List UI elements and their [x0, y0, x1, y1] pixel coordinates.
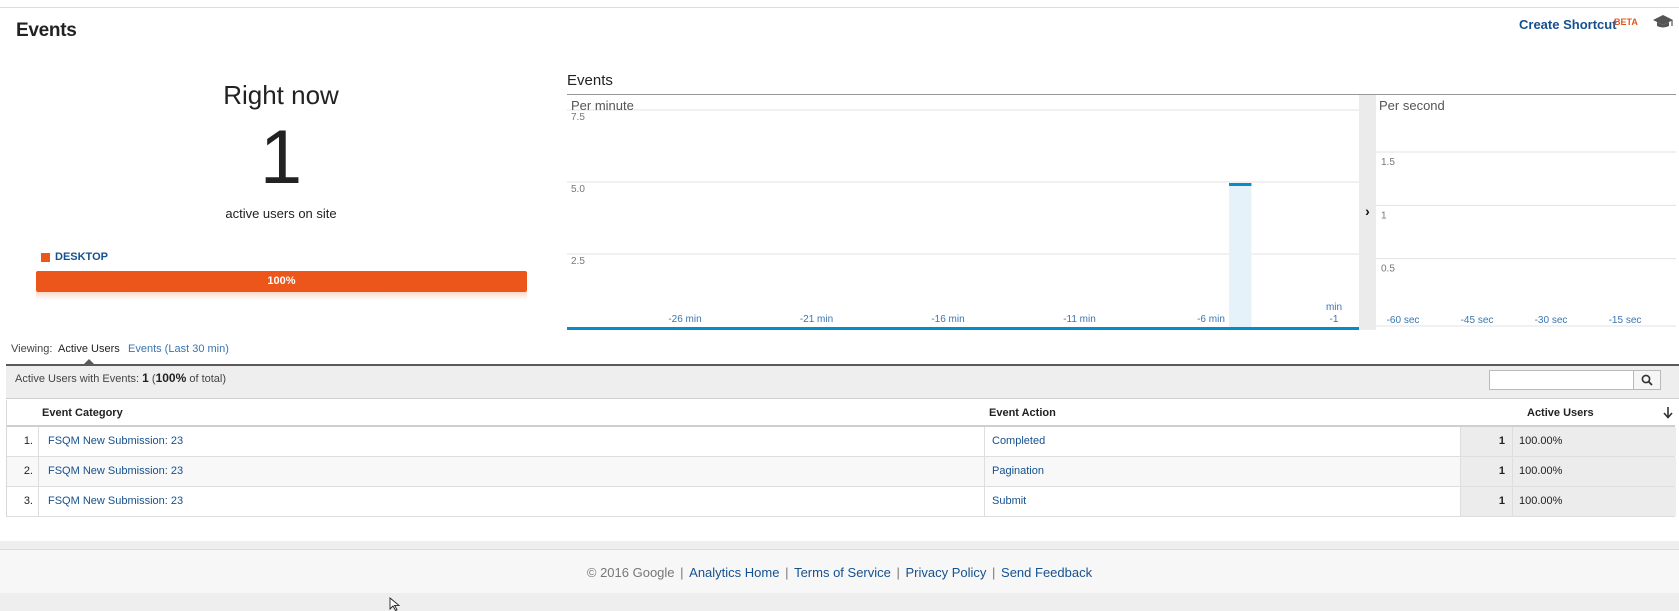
per-minute-label: Per minute: [571, 98, 634, 113]
per-second-x-tick: -30 sec: [1535, 315, 1568, 326]
event-category-link[interactable]: FSQM New Submission: 23: [48, 427, 183, 456]
per-minute-bar-top: [1229, 183, 1252, 186]
row-number: 3.: [7, 487, 39, 516]
per-minute-x-tick: -26 min: [668, 314, 701, 325]
event-action-cell: Pagination: [984, 457, 1467, 486]
per-second-y-tick: 1.5: [1381, 157, 1395, 168]
mouse-cursor-icon: [389, 597, 401, 611]
row-number: 1.: [7, 427, 39, 456]
header-event-category[interactable]: Event Category: [42, 407, 123, 419]
table-row: 2. FSQM New Submission: 23 Pagination 1 …: [7, 457, 1676, 487]
per-minute-x-tick: -16 min: [931, 314, 964, 325]
event-action-link[interactable]: Completed: [992, 427, 1045, 456]
footer-copyright: © 2016 Google: [586, 565, 675, 580]
desktop-legend-label[interactable]: DESKTOP: [55, 251, 108, 263]
summary-bar: [6, 364, 1679, 399]
search-input[interactable]: [1490, 371, 1633, 389]
footer-link-terms[interactable]: Terms of Service: [794, 565, 891, 580]
top-border: [0, 0, 1679, 8]
footer-links: © 2016 Google | Analytics Home | Terms o…: [586, 565, 1093, 580]
per-minute-bar: [1229, 183, 1252, 327]
active-users-percent: 100.00%: [1513, 487, 1676, 516]
summary-text: Active Users with Events: 1 (100% of tot…: [15, 371, 226, 385]
active-users-value: 1: [1460, 427, 1513, 456]
active-tab-caret: [83, 359, 95, 365]
per-minute-x-unit: min: [1326, 302, 1342, 313]
viewing-label: Viewing:: [11, 343, 53, 355]
per-second-y-tick: 0.5: [1381, 264, 1395, 275]
graduation-cap-icon[interactable]: [1652, 14, 1674, 30]
table-row: 3. FSQM New Submission: 23 Submit 1 100.…: [7, 487, 1676, 517]
per-second-x-tick: -15 sec: [1609, 315, 1642, 326]
per-second-y-tick: 1: [1381, 210, 1387, 221]
footer-link-privacy[interactable]: Privacy Policy: [906, 565, 987, 580]
beta-badge: BETA: [1614, 17, 1638, 27]
active-users-value: 1: [1460, 487, 1513, 516]
table-row: 1. FSQM New Submission: 23 Completed 1 1…: [7, 427, 1676, 457]
create-shortcut-link[interactable]: Create Shortcut: [1519, 17, 1617, 32]
active-users-value: 1: [1460, 457, 1513, 486]
per-second-x-tick: -45 sec: [1461, 315, 1494, 326]
desktop-legend-swatch: [41, 253, 50, 262]
per-minute-y-tick: 2.5: [571, 256, 585, 267]
tab-events-last-30-min[interactable]: Events (Last 30 min): [128, 343, 229, 355]
search-icon: [1641, 374, 1653, 386]
active-users-subtitle: active users on site: [225, 206, 337, 221]
desktop-percent-bar: 100%: [36, 271, 527, 292]
per-minute-x-tick: -21 min: [800, 314, 833, 325]
per-minute-y-tick: 5.0: [571, 184, 585, 195]
per-minute-y-tick: 7.5: [571, 112, 585, 123]
event-action-link[interactable]: Submit: [992, 487, 1026, 516]
events-chart-title: Events: [567, 72, 613, 89]
events-table: Event Category Event Action Active Users…: [6, 400, 1676, 517]
sort-descending-icon[interactable]: [1663, 406, 1673, 419]
page-title: Events: [16, 20, 77, 41]
summary-open-paren: (: [148, 373, 156, 385]
footer-link-feedback[interactable]: Send Feedback: [1001, 565, 1092, 580]
per-minute-x-tick: -6 min: [1197, 314, 1225, 325]
right-now-title: Right now: [223, 80, 339, 110]
table-search: [1489, 370, 1661, 390]
row-number: 2.: [7, 457, 39, 486]
events-chart: 2.55.07.5-26 min -21 min -16 min -11 min -6 …: [567, 109, 1676, 330]
per-second-x-tick: -60 sec: [1387, 315, 1420, 326]
table-header: Event Category Event Action Active Users: [7, 400, 1675, 427]
event-category-link[interactable]: FSQM New Submission: 23: [48, 457, 183, 486]
event-action-cell: Completed: [984, 427, 1467, 456]
summary-percent: 100%: [155, 371, 187, 385]
event-category-link[interactable]: FSQM New Submission: 23: [48, 487, 183, 516]
summary-suffix: of total): [186, 373, 227, 385]
desktop-bar-shadow: [36, 292, 527, 300]
summary-count: 1: [142, 371, 149, 385]
per-minute-x-tick: -11 min: [1063, 314, 1096, 325]
event-action-cell: Submit: [984, 487, 1467, 516]
per-second-label: Per second: [1379, 98, 1445, 113]
per-minute-baseline: [567, 327, 1359, 330]
active-users-percent: 100.00%: [1513, 457, 1676, 486]
per-minute-x-tick: -1: [1330, 314, 1339, 325]
footer-link-analytics-home[interactable]: Analytics Home: [689, 565, 779, 580]
search-button[interactable]: [1633, 371, 1660, 389]
header-active-users[interactable]: Active Users: [1527, 407, 1594, 419]
active-users-count: 1: [259, 115, 303, 200]
active-users-percent: 100.00%: [1513, 427, 1676, 456]
tab-active-users[interactable]: Active Users: [58, 343, 120, 355]
summary-prefix: Active Users with Events:: [15, 373, 140, 385]
header-event-action[interactable]: Event Action: [989, 407, 1056, 419]
event-action-link[interactable]: Pagination: [992, 457, 1044, 486]
